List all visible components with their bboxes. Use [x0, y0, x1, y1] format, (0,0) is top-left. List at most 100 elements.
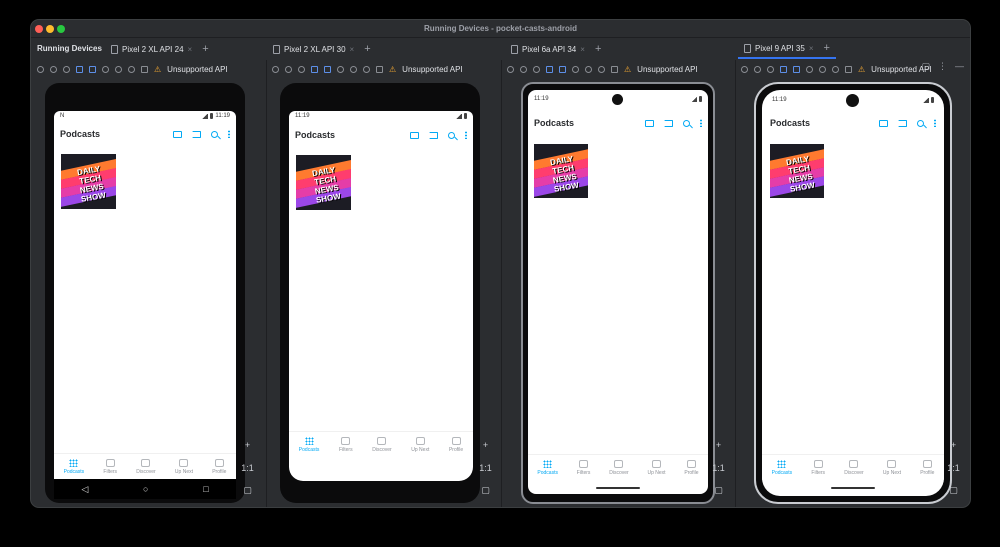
- cast-icon[interactable]: [664, 119, 673, 127]
- nav-discover[interactable]: Discover: [372, 436, 392, 453]
- power-icon[interactable]: [37, 66, 44, 73]
- back-icon[interactable]: [102, 66, 109, 73]
- cast-icon[interactable]: [898, 119, 907, 127]
- rotate-right-icon[interactable]: [793, 66, 800, 73]
- overview-icon[interactable]: [363, 66, 370, 73]
- home-icon[interactable]: [350, 66, 357, 73]
- nav-filters[interactable]: Filters: [577, 459, 590, 476]
- device-screen[interactable]: 11:19 Podcasts DAILY TECH NEWS SHOW Podc…: [762, 90, 944, 496]
- more-options-icon[interactable]: [700, 119, 702, 127]
- tab-pixel-2-xl-api-24[interactable]: Pixel 2 XL API 24 × +: [105, 39, 215, 59]
- nav-profile[interactable]: Profile: [212, 458, 226, 475]
- podcast-artwork[interactable]: DAILY TECH NEWS SHOW: [770, 144, 824, 198]
- tab-pixel-2-xl-api-30[interactable]: Pixel 2 XL API 30 × +: [267, 39, 377, 59]
- zoom-fit-icon[interactable]: ▢: [712, 484, 725, 497]
- zoom-actual-size-button[interactable]: 1:1: [712, 461, 725, 474]
- rotate-left-icon[interactable]: [780, 66, 787, 73]
- volume-up-icon[interactable]: [285, 66, 292, 73]
- add-device-button[interactable]: +: [823, 42, 829, 54]
- nav-up-next[interactable]: Up Next: [883, 459, 901, 476]
- nav-podcasts[interactable]: Podcasts: [772, 459, 792, 476]
- overview-icon[interactable]: [598, 66, 605, 73]
- gesture-handle[interactable]: [596, 487, 640, 489]
- nav-discover[interactable]: Discover: [609, 459, 629, 476]
- podcast-artwork[interactable]: DAILY TECH NEWS SHOW: [296, 155, 351, 210]
- device-screen[interactable]: N 11:19 Podcasts DAILY TECH NEWS SHOW Po…: [54, 111, 236, 479]
- cast-icon[interactable]: [429, 131, 438, 139]
- cast-icon[interactable]: [192, 130, 201, 138]
- search-icon[interactable]: [448, 131, 455, 139]
- back-icon[interactable]: [572, 66, 579, 73]
- zoom-fit-icon[interactable]: ▢: [241, 484, 254, 497]
- rotate-left-icon[interactable]: [311, 66, 318, 73]
- close-tab-icon[interactable]: ×: [580, 45, 585, 54]
- nav-up-next[interactable]: Up Next: [648, 459, 666, 476]
- nav-podcasts[interactable]: Podcasts: [64, 458, 84, 475]
- home-button[interactable]: ○: [143, 484, 148, 494]
- rotate-left-icon[interactable]: [546, 66, 553, 73]
- close-tab-icon[interactable]: ×: [350, 45, 355, 54]
- nav-podcasts[interactable]: Podcasts: [299, 436, 319, 453]
- zoom-actual-size-button[interactable]: 1:1: [241, 461, 254, 474]
- overview-icon[interactable]: [128, 66, 135, 73]
- zoom-in-button[interactable]: +: [241, 438, 254, 451]
- nav-podcasts[interactable]: Podcasts: [537, 459, 558, 476]
- more-options-icon[interactable]: [228, 130, 230, 138]
- zoom-in-button[interactable]: +: [479, 438, 492, 451]
- panel-divider[interactable]: [501, 60, 502, 507]
- screenshot-icon[interactable]: [845, 66, 852, 73]
- device-screen[interactable]: 11:19 Podcasts DAILY TECH NEWS SHOW Podc…: [528, 90, 708, 494]
- folder-add-icon[interactable]: [879, 119, 888, 127]
- rotate-left-icon[interactable]: [76, 66, 83, 73]
- tab-pixel-9-api-35[interactable]: Pixel 9 API 35 × +: [738, 39, 836, 59]
- back-button[interactable]: ◁: [81, 484, 88, 495]
- search-icon[interactable]: [683, 119, 690, 127]
- nav-discover[interactable]: Discover: [136, 458, 156, 475]
- nav-filters[interactable]: Filters: [811, 459, 825, 476]
- podcast-artwork[interactable]: DAILY TECH NEWS SHOW: [61, 154, 116, 209]
- volume-down-icon[interactable]: [767, 66, 774, 73]
- nav-profile[interactable]: Profile: [684, 459, 699, 476]
- home-icon[interactable]: [115, 66, 122, 73]
- power-icon[interactable]: [741, 66, 748, 73]
- folder-add-icon[interactable]: [173, 130, 182, 138]
- folder-add-icon[interactable]: [645, 119, 654, 127]
- screenshot-icon[interactable]: [611, 66, 618, 73]
- volume-up-icon[interactable]: [520, 66, 527, 73]
- zoom-in-button[interactable]: +: [712, 438, 725, 451]
- volume-up-icon[interactable]: [754, 66, 761, 73]
- back-icon[interactable]: [806, 66, 813, 73]
- home-icon[interactable]: [819, 66, 826, 73]
- home-icon[interactable]: [585, 66, 592, 73]
- nav-discover[interactable]: Discover: [844, 459, 864, 476]
- nav-profile[interactable]: Profile: [449, 436, 463, 453]
- zoom-actual-size-button[interactable]: 1:1: [479, 461, 492, 474]
- screenshot-icon[interactable]: [141, 66, 148, 73]
- power-icon[interactable]: [507, 66, 514, 73]
- close-tab-icon[interactable]: ×: [188, 45, 193, 54]
- panel-divider[interactable]: [266, 60, 267, 507]
- nav-filters[interactable]: Filters: [103, 458, 117, 475]
- overview-icon[interactable]: [832, 66, 839, 73]
- hide-panel-icon[interactable]: —: [955, 61, 964, 72]
- more-options-icon[interactable]: [465, 131, 467, 139]
- power-icon[interactable]: [272, 66, 279, 73]
- options-icon[interactable]: ⋮: [938, 61, 947, 72]
- add-device-button[interactable]: +: [595, 43, 601, 55]
- zoom-fit-icon[interactable]: ▢: [947, 484, 960, 497]
- device-screen[interactable]: 11:19 Podcasts DAILY TECH NEWS SHOW Podc…: [289, 111, 473, 481]
- search-icon[interactable]: [211, 130, 218, 138]
- screenshot-icon[interactable]: [376, 66, 383, 73]
- add-device-button[interactable]: +: [364, 43, 370, 55]
- zoom-actual-size-button[interactable]: 1:1: [947, 461, 960, 474]
- rotate-right-icon[interactable]: [324, 66, 331, 73]
- volume-down-icon[interactable]: [63, 66, 70, 73]
- podcast-artwork[interactable]: DAILY TECH NEWS SHOW: [534, 144, 588, 198]
- nav-up-next[interactable]: Up Next: [175, 458, 193, 475]
- rotate-right-icon[interactable]: [559, 66, 566, 73]
- close-tab-icon[interactable]: ×: [809, 44, 814, 53]
- volume-down-icon[interactable]: [298, 66, 305, 73]
- add-device-button[interactable]: +: [202, 43, 208, 55]
- volume-down-icon[interactable]: [533, 66, 540, 73]
- tab-pixel-6a-api-34[interactable]: Pixel 6a API 34 × +: [505, 39, 607, 59]
